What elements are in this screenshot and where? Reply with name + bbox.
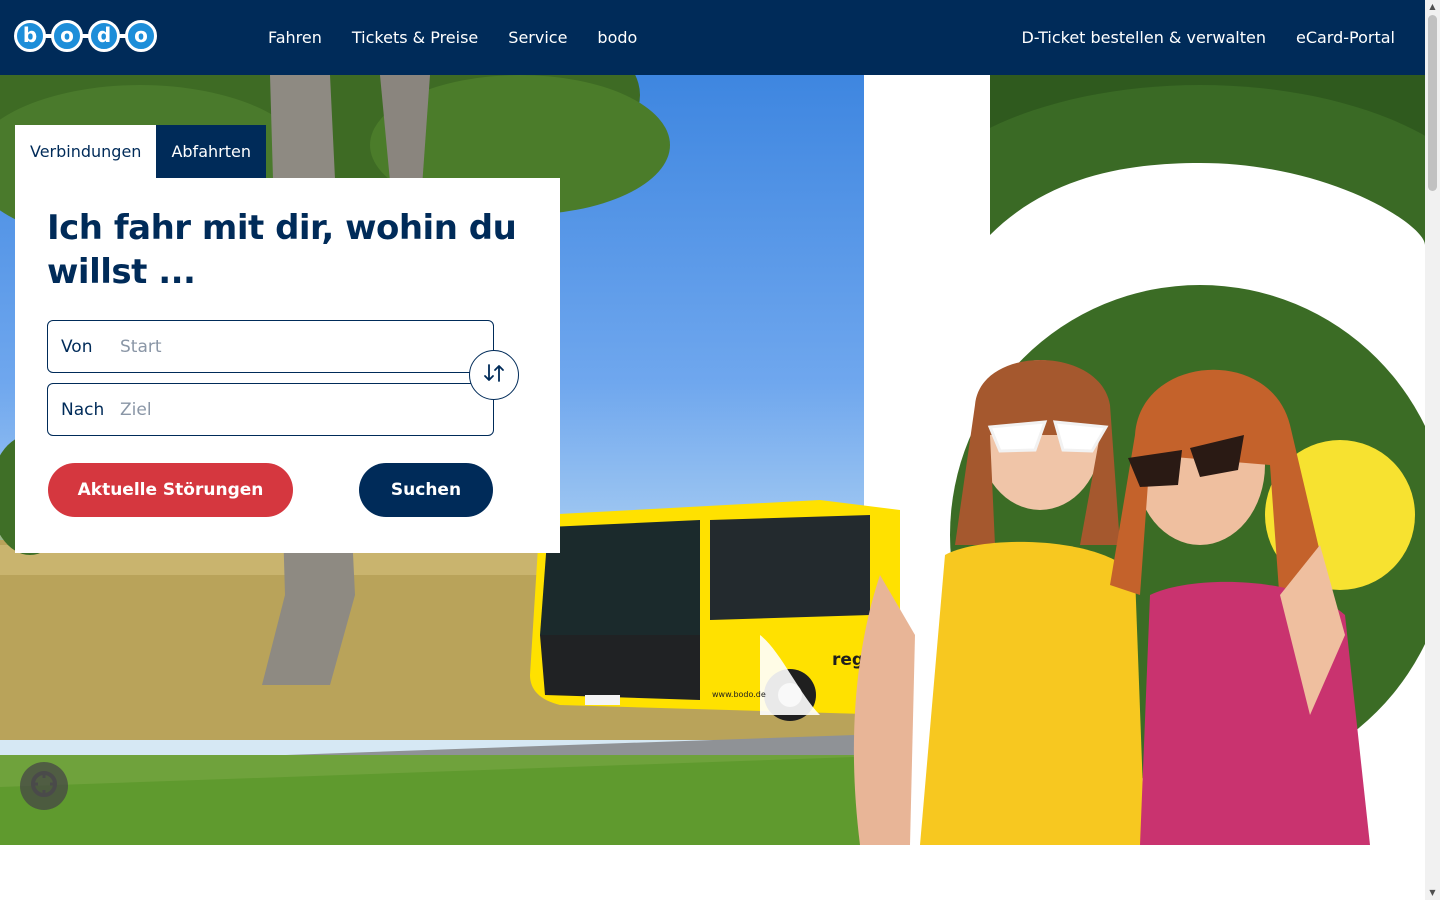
nav-d-ticket[interactable]: D-Ticket bestellen & verwalten [1021,28,1266,47]
bus-windshield [540,520,700,635]
girl-left-yellow-top [920,541,1145,845]
privacy-settings-button[interactable] [20,762,68,810]
to-input[interactable] [118,398,458,421]
from-label: Von [61,336,93,357]
swap-stations-button[interactable] [469,350,519,400]
scroll-down-arrow-icon[interactable]: ▼ [1425,886,1440,900]
secondary-navigation: D-Ticket bestellen & verwalten eCard-Por… [1021,0,1395,75]
nav-service[interactable]: Service [508,28,567,47]
swap-arrows-icon [482,363,506,387]
nav-ecard-portal[interactable]: eCard-Portal [1296,28,1395,47]
search-tabs: Verbindungen Abfahrten [15,125,266,178]
tab-abfahrten[interactable]: Abfahrten [156,125,266,178]
current-disruptions-button[interactable]: Aktuelle Störungen [48,463,293,517]
scroll-up-arrow-icon[interactable]: ▲ [1425,0,1440,14]
nav-tickets-preise[interactable]: Tickets & Preise [352,28,478,47]
page-scrollbar[interactable]: ▲ ▼ [1425,0,1440,900]
nav-fahren[interactable]: Fahren [268,28,322,47]
bus: regional www.bodo.de [530,500,911,721]
logo-letter-o: o [125,20,157,52]
logo-letter-o: o [51,20,83,52]
site-header: b o d o Fahren Tickets & Preise Service … [0,0,1425,75]
privacy-settings-icon [29,769,59,803]
search-headline: Ich fahr mit dir, wohin du willst ... [47,208,517,292]
to-field[interactable]: Nach [47,383,494,436]
bodo-logo[interactable]: b o d o [14,20,157,52]
nav-bodo[interactable]: bodo [597,28,637,47]
scrollbar-thumb[interactable] [1428,15,1437,191]
bus-website: www.bodo.de [712,690,766,699]
main-navigation: Fahren Tickets & Preise Service bodo [268,0,667,75]
search-button[interactable]: Suchen [359,463,493,517]
from-field[interactable]: Von [47,320,494,373]
to-label: Nach [61,399,105,420]
journey-search-card: Ich fahr mit dir, wohin du willst ... Vo… [15,178,560,553]
bus-side-windows [710,515,870,620]
tab-verbindungen[interactable]: Verbindungen [15,125,157,178]
logo-letter-d: d [88,20,120,52]
logo-letter-b: b [14,20,46,52]
bus-front-panel [540,635,700,700]
bus-license-plate [585,695,620,705]
from-input[interactable] [118,335,458,358]
